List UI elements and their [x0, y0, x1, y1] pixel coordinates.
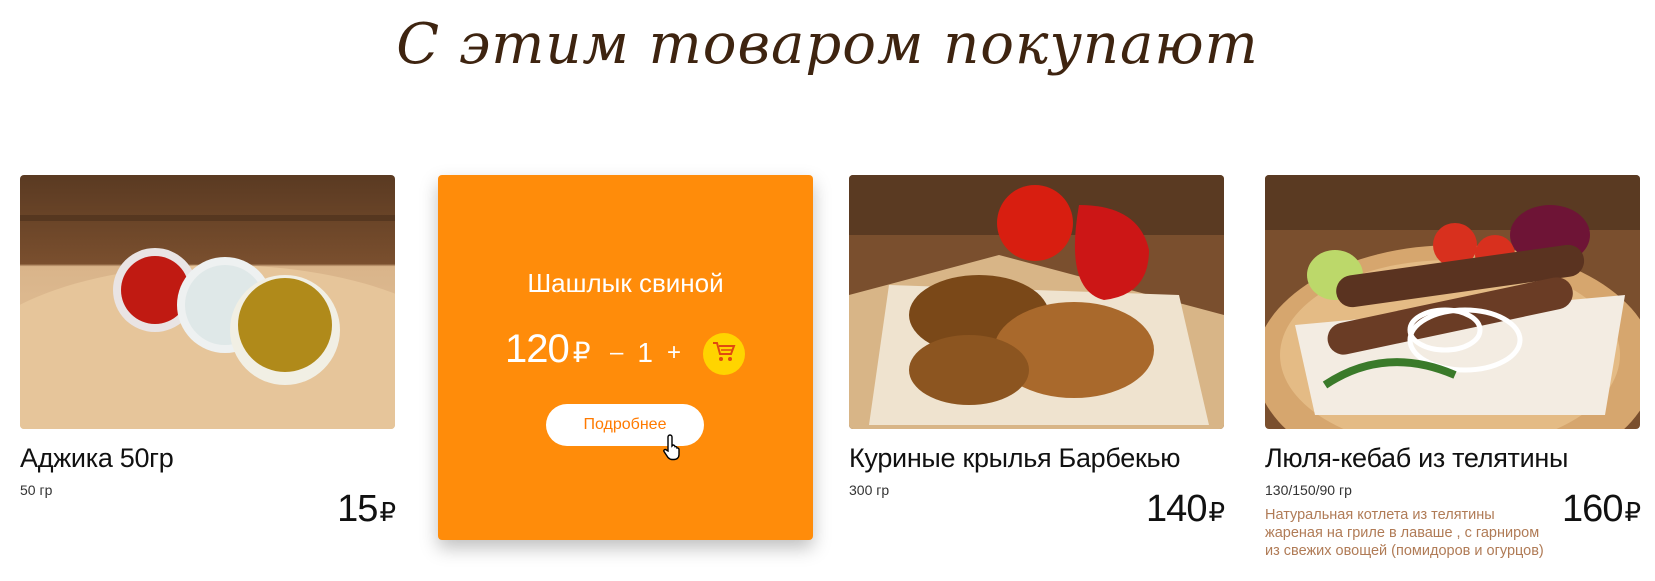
product-price: 160₽ — [1562, 488, 1641, 531]
add-to-cart-button[interactable] — [703, 333, 745, 375]
price-value: 120 — [505, 327, 570, 371]
quantity-stepper[interactable]: – 1 + — [610, 337, 681, 369]
increment-button[interactable]: + — [667, 339, 681, 367]
decrement-button[interactable]: – — [610, 339, 623, 367]
currency-sign: ₽ — [379, 497, 396, 527]
product-name[interactable]: Куриные крылья Барбекью — [849, 443, 1224, 474]
product-price: 140₽ — [1146, 488, 1225, 531]
quantity-value: 1 — [637, 337, 653, 368]
product-card-hover[interactable]: Шашлык свиной 120 ₽ – 1 + Подробнее — [438, 175, 813, 540]
cart-icon — [712, 341, 736, 368]
product-name[interactable]: Шашлык свиной — [438, 268, 813, 299]
price-value: 160 — [1562, 488, 1623, 530]
product-name[interactable]: Аджика 50гр — [20, 443, 395, 474]
product-image[interactable] — [20, 175, 395, 429]
currency-sign: ₽ — [572, 337, 591, 368]
hand-pointer-icon — [663, 433, 685, 466]
product-name[interactable]: Люля-кебаб из телятины — [1265, 443, 1640, 474]
product-image[interactable] — [849, 175, 1224, 429]
price-value: 140 — [1146, 488, 1207, 530]
section-title: С этим товаром покупают — [396, 12, 1259, 77]
product-description: Натуральная котлета из телятины жареная … — [1265, 507, 1544, 559]
product-card-wings[interactable]: Куриные крылья Барбекью 300 гр 140₽ — [849, 175, 1225, 530]
product-price: 15₽ — [337, 488, 396, 531]
product-image[interactable] — [1265, 175, 1640, 429]
product-price: 120 ₽ — [505, 327, 591, 372]
product-card-lula-kebab[interactable]: Люля-кебаб из телятины 130/150/90 гр Нат… — [1265, 175, 1641, 560]
currency-sign: ₽ — [1624, 497, 1641, 527]
price-value: 15 — [337, 488, 378, 530]
currency-sign: ₽ — [1208, 497, 1225, 527]
product-card-adjika[interactable]: Аджика 50гр 50 гр 15₽ — [20, 175, 396, 530]
